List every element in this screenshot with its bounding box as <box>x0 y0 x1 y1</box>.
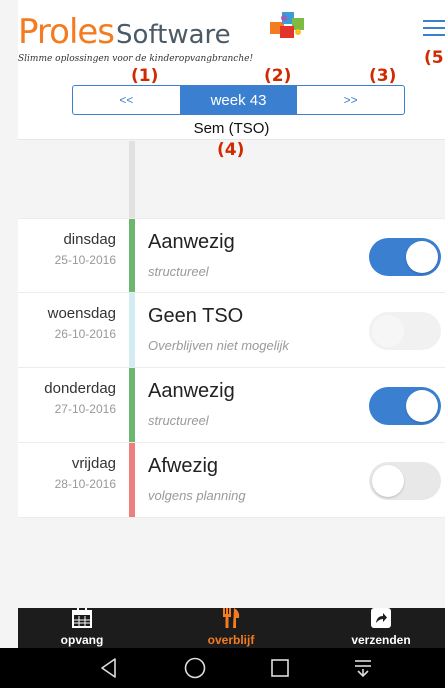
status-bar <box>129 293 135 367</box>
status-label: Aanwezig <box>148 380 235 402</box>
status-detail: volgens planning <box>148 488 246 503</box>
annotation-3: (3) <box>369 66 397 86</box>
day-row-wednesday: woensdag 26-10-2016 Geen TSO Overblijven… <box>18 293 445 368</box>
status-detail: structureel <box>148 413 209 428</box>
status-label: Geen TSO <box>148 305 244 327</box>
attendance-toggle[interactable] <box>369 462 441 500</box>
menu-line <box>423 34 445 36</box>
keyboard-hide-icon[interactable] <box>351 656 375 680</box>
app: ProlesSoftware Slimme oplossingen voor d… <box>0 0 445 688</box>
date-column: dinsdag 25-10-2016 <box>18 219 116 292</box>
week-navigator: << week 43 >> <box>72 85 405 115</box>
menu-line <box>423 27 445 29</box>
day-date: 28-10-2016 <box>54 477 116 491</box>
back-icon[interactable] <box>97 656 121 680</box>
day-date: 27-10-2016 <box>54 402 116 416</box>
empty-day-row <box>18 141 445 218</box>
bottom-tab-bar: opvang overblijf verzenden <box>18 608 445 648</box>
header: ProlesSoftware Slimme oplossingen voor d… <box>18 0 445 160</box>
day-date: 25-10-2016 <box>54 253 116 267</box>
status-bar <box>129 443 135 517</box>
next-week-button[interactable]: >> <box>297 86 404 114</box>
annotation-2: (2) <box>264 66 292 86</box>
home-icon[interactable] <box>183 656 207 680</box>
date-column: donderdag 27-10-2016 <box>18 368 116 442</box>
tab-verzenden[interactable]: verzenden <box>331 608 431 648</box>
android-navigation-bar <box>0 648 445 688</box>
status-bar <box>129 219 135 292</box>
tab-opvang[interactable]: opvang <box>32 608 132 648</box>
day-row-tuesday: dinsdag 25-10-2016 Aanwezig structureel <box>18 218 445 293</box>
status-detail: structureel <box>148 264 209 279</box>
logo-brand-primary: Proles <box>18 12 115 52</box>
logo-brand-secondary: Software <box>116 20 231 50</box>
day-row-thursday: donderdag 27-10-2016 Aanwezig structuree… <box>18 368 445 443</box>
cutlery-icon <box>223 608 240 628</box>
status-bar <box>129 368 135 442</box>
tab-label: verzenden <box>351 633 411 647</box>
day-row-friday: vrijdag 28-10-2016 Afwezig volgens plann… <box>18 443 445 518</box>
child-name: Sem (TSO) <box>193 120 270 137</box>
annotation-1: (1) <box>131 66 159 86</box>
day-name: dinsdag <box>63 231 116 248</box>
calendar-icon <box>72 608 92 628</box>
current-week-button[interactable]: week 43 <box>179 86 298 114</box>
date-column: woensdag 26-10-2016 <box>18 293 116 367</box>
tab-label: overblijf <box>207 633 255 647</box>
logo-wordmark: ProlesSoftware <box>18 12 231 52</box>
day-list: dinsdag 25-10-2016 Aanwezig structureel … <box>18 218 445 518</box>
toggle-knob <box>406 390 438 422</box>
status-detail: Overblijven niet mogelijk <box>148 338 289 353</box>
proles-logo: ProlesSoftware Slimme oplossingen voor d… <box>18 8 308 72</box>
attendance-toggle <box>369 312 441 350</box>
day-name: donderdag <box>44 380 116 397</box>
toggle-knob <box>372 315 404 347</box>
previous-week-button[interactable]: << <box>73 86 180 114</box>
day-name: woensdag <box>47 305 116 322</box>
tab-overblijf[interactable]: overblijf <box>181 608 281 648</box>
day-name: vrijdag <box>71 455 116 472</box>
menu-line <box>423 20 445 22</box>
recent-apps-icon[interactable] <box>268 656 292 680</box>
puzzle-icon <box>270 12 304 38</box>
status-bar <box>129 141 135 218</box>
annotation-5: (5 <box>424 48 444 68</box>
logo-tagline: Slimme oplossingen voor de kinderopvangb… <box>18 54 254 64</box>
toggle-knob <box>406 241 438 273</box>
day-date: 26-10-2016 <box>54 327 116 341</box>
attendance-toggle[interactable] <box>369 238 441 276</box>
hamburger-menu-icon[interactable] <box>423 20 445 38</box>
share-icon <box>371 608 391 628</box>
date-column: vrijdag 28-10-2016 <box>18 443 116 517</box>
attendance-toggle[interactable] <box>369 387 441 425</box>
toggle-knob <box>372 465 404 497</box>
status-label: Afwezig <box>148 455 219 477</box>
tab-label: opvang <box>60 633 104 647</box>
status-label: Aanwezig <box>148 231 235 253</box>
